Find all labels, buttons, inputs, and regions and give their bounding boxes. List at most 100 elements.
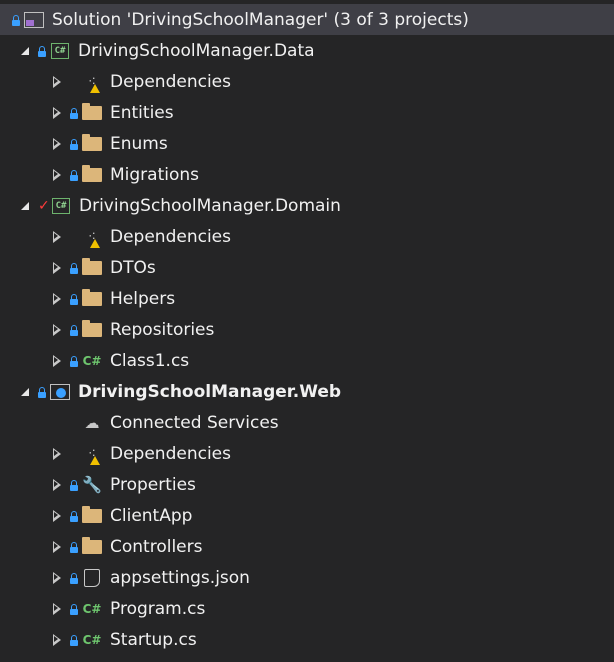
wrench-icon: 🔧 — [82, 475, 102, 494]
project-node-data[interactable]: C# DrivingSchoolManager.Data — [0, 35, 614, 66]
tree-item-connected-services[interactable]: ☁ Connected Services — [0, 407, 614, 438]
lock-icon — [70, 541, 78, 553]
tree-item-file[interactable]: C# Class1.cs — [0, 345, 614, 376]
project-node-domain[interactable]: ✓ C# DrivingSchoolManager.Domain — [0, 190, 614, 221]
expander-toggle[interactable] — [50, 137, 64, 151]
csharp-project-icon: C# — [49, 41, 71, 61]
tree-item-folder[interactable]: Repositories — [0, 314, 614, 345]
project-node-web[interactable]: DrivingSchoolManager.Web — [0, 376, 614, 407]
lock-icon — [70, 634, 78, 646]
tree-item-dependencies[interactable]: ⁖ Dependencies — [0, 438, 614, 469]
expander-toggle[interactable] — [50, 261, 64, 275]
expander-toggle[interactable] — [50, 602, 64, 616]
expander-toggle[interactable] — [50, 106, 64, 120]
lock-icon — [70, 107, 78, 119]
dependencies-warning-icon: ⁖ — [81, 72, 103, 93]
expander-toggle[interactable] — [50, 633, 64, 647]
tree-item-label: Startup.cs — [110, 629, 197, 650]
tree-item-label: Repositories — [110, 319, 215, 340]
tree-item-label: ClientApp — [110, 505, 193, 526]
lock-icon — [70, 293, 78, 305]
tree-item-label: Connected Services — [110, 412, 279, 433]
tree-item-label: Helpers — [110, 288, 176, 309]
tree-item-folder[interactable]: Controllers — [0, 531, 614, 562]
expander-toggle[interactable] — [50, 447, 64, 461]
expander-toggle[interactable] — [50, 540, 64, 554]
folder-icon — [81, 536, 103, 557]
expander-toggle[interactable] — [50, 354, 64, 368]
tree-item-file[interactable]: appsettings.json — [0, 562, 614, 593]
expander-toggle[interactable] — [50, 292, 64, 306]
lock-icon — [38, 45, 46, 57]
expander-toggle[interactable] — [50, 478, 64, 492]
project-label: DrivingSchoolManager.Domain — [79, 195, 341, 216]
lock-icon — [70, 479, 78, 491]
lock-icon — [70, 603, 78, 615]
lock-icon — [12, 14, 20, 26]
tree-item-file[interactable]: C# Program.cs — [0, 593, 614, 624]
checkmark-icon: ✓ — [38, 197, 50, 214]
folder-icon — [81, 133, 103, 154]
tree-item-label: Controllers — [110, 536, 203, 557]
dependencies-warning-icon: ⁖ — [81, 444, 103, 465]
tree-item-label: Properties — [110, 474, 196, 495]
csharp-project-icon: C# — [50, 196, 72, 216]
expander-toggle[interactable] — [50, 571, 64, 585]
web-project-icon — [49, 382, 71, 402]
json-file-icon — [81, 568, 103, 588]
folder-icon — [81, 505, 103, 526]
tree-item-properties[interactable]: 🔧 Properties — [0, 469, 614, 500]
project-label: DrivingSchoolManager.Web — [78, 381, 342, 402]
tree-item-label: Dependencies — [110, 443, 231, 464]
tree-item-label: appsettings.json — [110, 567, 250, 588]
tree-item-folder[interactable]: Migrations — [0, 159, 614, 190]
tree-item-label: Enums — [110, 133, 168, 154]
tree-item-label: Migrations — [110, 164, 200, 185]
lock-icon — [38, 386, 46, 398]
lock-icon — [70, 138, 78, 150]
lock-icon — [70, 355, 78, 367]
expander-toggle[interactable] — [50, 75, 64, 89]
expander-toggle[interactable] — [50, 323, 64, 337]
lock-icon — [70, 510, 78, 522]
solution-icon — [23, 10, 45, 30]
expander-toggle[interactable] — [50, 509, 64, 523]
tree-item-folder[interactable]: Entities — [0, 97, 614, 128]
tree-item-folder[interactable]: Helpers — [0, 283, 614, 314]
solution-node[interactable]: Solution 'DrivingSchoolManager' (3 of 3 … — [0, 4, 614, 35]
expander-toggle[interactable] — [50, 168, 64, 182]
connected-services-icon: ☁ — [84, 413, 100, 432]
lock-icon — [70, 572, 78, 584]
csharp-file-icon: C# — [82, 601, 102, 616]
folder-icon — [81, 319, 103, 340]
folder-icon — [81, 164, 103, 185]
tree-item-label: Dependencies — [110, 71, 231, 92]
lock-icon — [70, 169, 78, 181]
tree-item-file[interactable]: C# Startup.cs — [0, 624, 614, 655]
tree-item-label: Entities — [110, 102, 174, 123]
csharp-file-icon: C# — [82, 353, 102, 368]
tree-item-dependencies[interactable]: ⁖ Dependencies — [0, 221, 614, 252]
expander-toggle[interactable] — [18, 199, 32, 213]
tree-item-dependencies[interactable]: ⁖ Dependencies — [0, 66, 614, 97]
tree-item-folder[interactable]: ClientApp — [0, 500, 614, 531]
expander-toggle[interactable] — [18, 385, 32, 399]
folder-icon — [81, 102, 103, 123]
tree-item-label: DTOs — [110, 257, 156, 278]
solution-label: Solution 'DrivingSchoolManager' (3 of 3 … — [52, 9, 469, 30]
folder-icon — [81, 257, 103, 278]
tree-item-label: Dependencies — [110, 226, 231, 247]
expander-toggle[interactable] — [50, 230, 64, 244]
expander-toggle[interactable] — [18, 44, 32, 58]
tree-item-label: Program.cs — [110, 598, 206, 619]
project-label: DrivingSchoolManager.Data — [78, 40, 315, 61]
tree-item-folder[interactable]: Enums — [0, 128, 614, 159]
lock-icon — [70, 262, 78, 274]
folder-icon — [81, 288, 103, 309]
lock-icon — [70, 324, 78, 336]
tree-item-folder[interactable]: DTOs — [0, 252, 614, 283]
csharp-file-icon: C# — [82, 632, 102, 647]
tree-item-label: Class1.cs — [110, 350, 190, 371]
dependencies-warning-icon: ⁖ — [81, 227, 103, 248]
solution-explorer-tree: Solution 'DrivingSchoolManager' (3 of 3 … — [0, 0, 614, 662]
